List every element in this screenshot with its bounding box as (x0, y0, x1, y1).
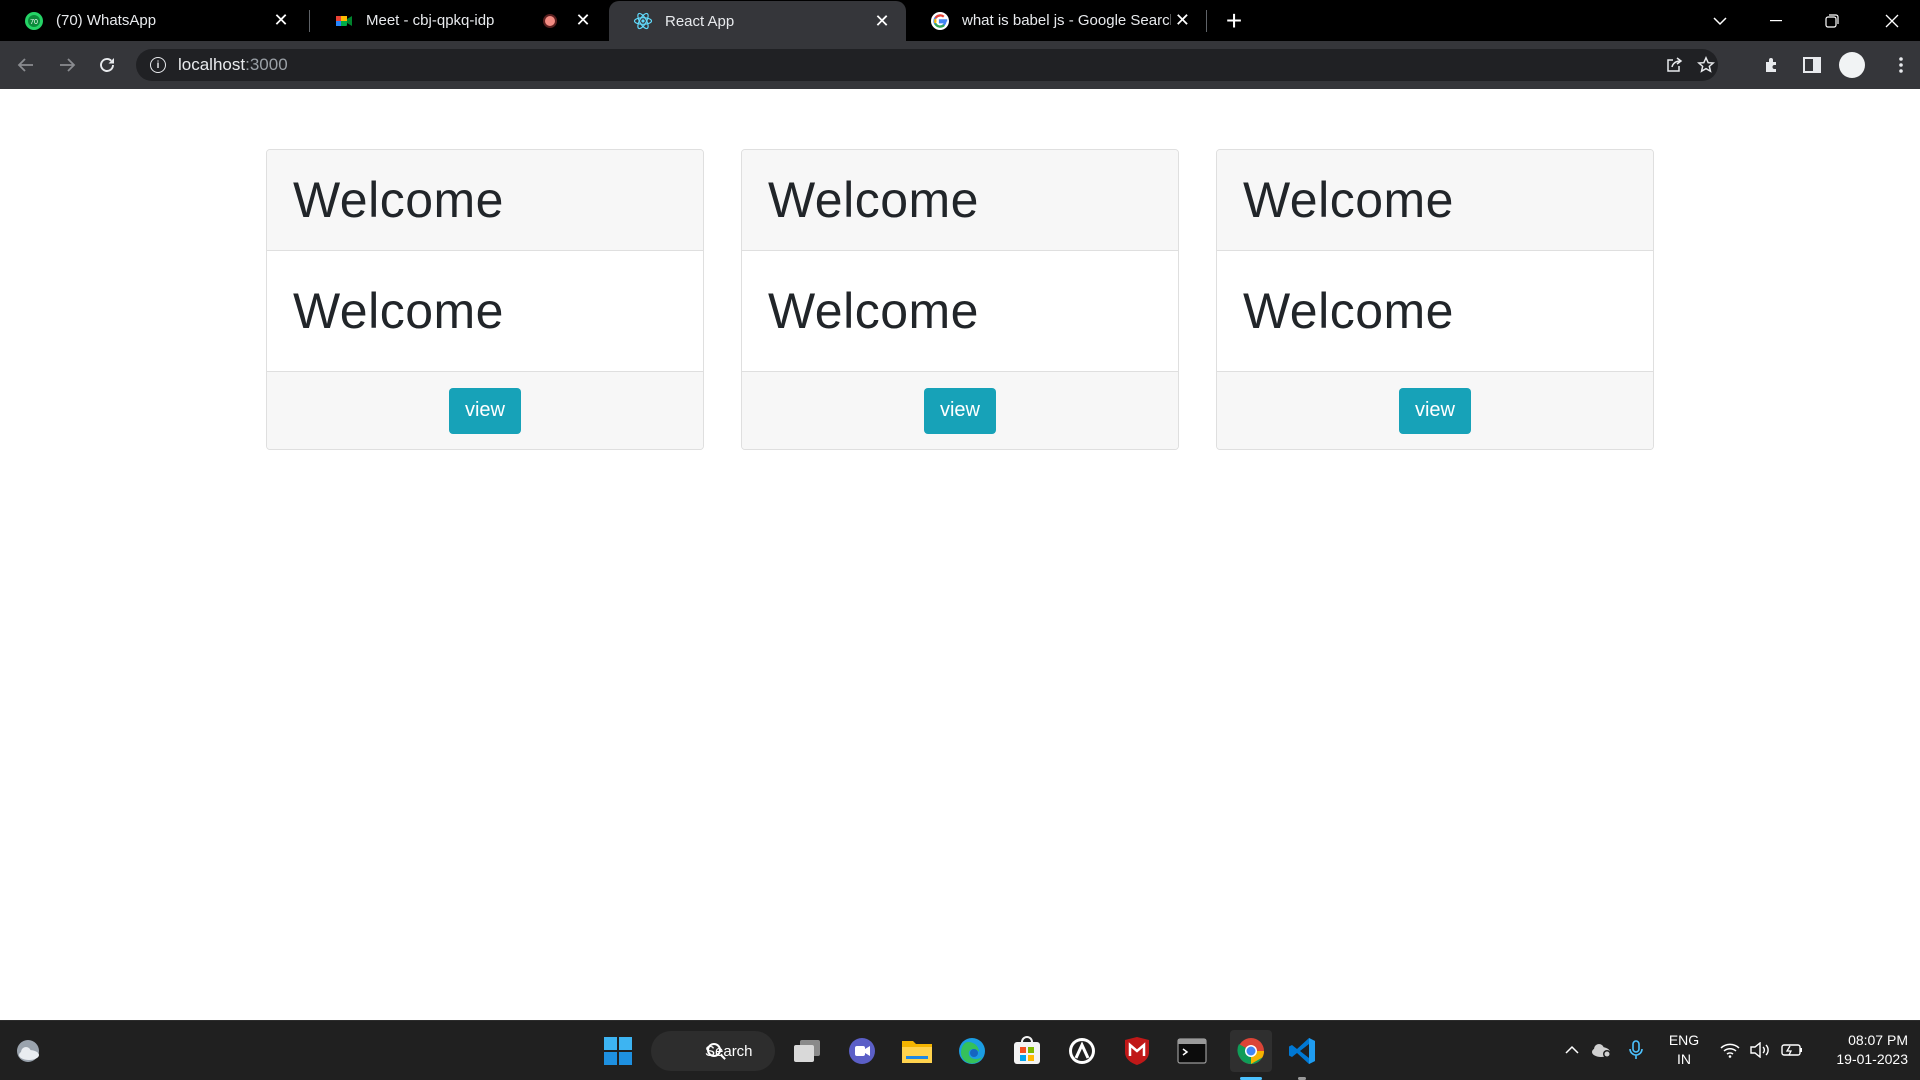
page-content: Welcome Welcome view Welcome Welcome vie… (0, 89, 1920, 1020)
battery-icon[interactable] (1781, 1039, 1803, 1061)
card-body-title: Welcome (1243, 283, 1454, 339)
card: Welcome Welcome view (266, 149, 704, 450)
terminal-icon[interactable] (1175, 1034, 1209, 1068)
side-panel-icon[interactable] (1796, 49, 1828, 81)
address-bar[interactable]: i localhost:3000 (136, 49, 1718, 81)
recording-icon (543, 13, 557, 28)
card-body: Welcome (267, 251, 703, 372)
microphone-icon[interactable] (1625, 1039, 1647, 1061)
card-footer: view (267, 372, 703, 449)
card-header: Welcome (742, 150, 1178, 251)
card-header-title: Welcome (293, 172, 504, 228)
react-icon (633, 11, 653, 31)
new-tab-button[interactable]: + (1219, 5, 1249, 36)
tab-react-app[interactable]: React App ✕ (609, 1, 906, 41)
svg-text:70: 70 (30, 19, 38, 26)
tab-title: Meet - cbj-qpkq-idp (366, 12, 495, 29)
reload-button[interactable] (91, 49, 123, 81)
card-body-title: Welcome (293, 283, 504, 339)
taskbar: Search ENG IN 08:07 PM 19-01-2023 (0, 1020, 1920, 1080)
tab-separator (1206, 10, 1207, 32)
tab-title: (70) WhatsApp (56, 12, 157, 29)
tab-meet[interactable]: Meet - cbj-qpkq-idp ✕ (310, 0, 607, 41)
tab-title: what is babel js - Google Search (962, 12, 1171, 29)
menu-dots-icon[interactable] (1885, 49, 1917, 81)
extensions-icon[interactable] (1756, 49, 1788, 81)
google-icon (930, 11, 950, 31)
vscode-icon[interactable] (1285, 1034, 1319, 1068)
site-info-icon[interactable]: i (150, 57, 166, 73)
profile-avatar[interactable] (1839, 52, 1865, 78)
region-code: IN (1677, 1051, 1691, 1067)
edge-icon[interactable] (955, 1034, 989, 1068)
card: Welcome Welcome view (1216, 149, 1654, 450)
tab-whatsapp[interactable]: 70 (70) WhatsApp ✕ (0, 0, 305, 41)
close-icon[interactable]: ✕ (571, 9, 595, 33)
tab-search-icon[interactable] (1692, 0, 1748, 41)
close-icon[interactable]: ✕ (1171, 9, 1194, 33)
card-header-title: Welcome (768, 172, 979, 228)
mcafee-icon[interactable] (1120, 1034, 1154, 1068)
close-icon[interactable]: ✕ (269, 9, 293, 33)
tab-strip: 70 (70) WhatsApp ✕ Meet - cbj-qpkq-idp ✕… (0, 0, 1920, 41)
onedrive-icon[interactable] (1590, 1039, 1612, 1061)
chrome-icon[interactable] (1230, 1030, 1272, 1072)
volume-icon[interactable] (1750, 1039, 1772, 1061)
bookmark-star-icon[interactable] (1694, 53, 1718, 77)
card: Welcome Welcome view (741, 149, 1179, 450)
weather-icon[interactable] (14, 1038, 42, 1064)
clock-time: 08:07 PM (1848, 1032, 1908, 1048)
forward-button[interactable] (51, 49, 83, 81)
wifi-icon[interactable] (1719, 1039, 1741, 1061)
language-indicator[interactable]: ENG IN (1662, 1031, 1706, 1069)
card-footer: view (742, 372, 1178, 449)
tab-google-search[interactable]: what is babel js - Google Search ✕ (906, 0, 1206, 41)
close-window-button[interactable] (1864, 0, 1920, 41)
restore-button[interactable] (1804, 0, 1860, 41)
url-text[interactable]: localhost:3000 (178, 55, 288, 75)
clock[interactable]: 08:07 PM 19-01-2023 (1808, 1031, 1908, 1069)
teams-icon[interactable] (845, 1034, 879, 1068)
minimize-button[interactable] (1748, 0, 1804, 41)
chevron-up-icon[interactable] (1561, 1039, 1583, 1061)
card-body: Welcome (742, 251, 1178, 372)
meet-icon (334, 11, 354, 31)
view-button[interactable]: view (1399, 387, 1471, 434)
url-port: :3000 (245, 55, 288, 74)
tab-title: React App (665, 12, 735, 30)
file-explorer-icon[interactable] (900, 1034, 934, 1068)
card-footer: view (1217, 372, 1653, 449)
card-header-title: Welcome (1243, 172, 1454, 228)
url-host: localhost (178, 55, 246, 74)
card-body: Welcome (1217, 251, 1653, 372)
browser-toolbar: i localhost:3000 (0, 41, 1920, 89)
taskbar-search[interactable]: Search (651, 1031, 775, 1071)
view-button[interactable]: view (924, 387, 996, 434)
language-code: ENG (1668, 1032, 1700, 1048)
search-icon (707, 1043, 721, 1057)
close-icon[interactable]: ✕ (870, 9, 894, 33)
share-icon[interactable] (1662, 53, 1686, 77)
task-view-icon[interactable] (790, 1034, 824, 1068)
card-body-title: Welcome (768, 283, 979, 339)
store-icon[interactable] (1010, 1034, 1044, 1068)
clock-date: 19-01-2023 (1836, 1051, 1908, 1067)
app-icon[interactable] (1065, 1034, 1099, 1068)
start-icon[interactable] (601, 1034, 635, 1068)
view-button[interactable]: view (449, 387, 521, 434)
card-header: Welcome (267, 150, 703, 251)
whatsapp-icon: 70 (24, 11, 44, 31)
back-button[interactable] (10, 49, 42, 81)
card-header: Welcome (1217, 150, 1653, 251)
